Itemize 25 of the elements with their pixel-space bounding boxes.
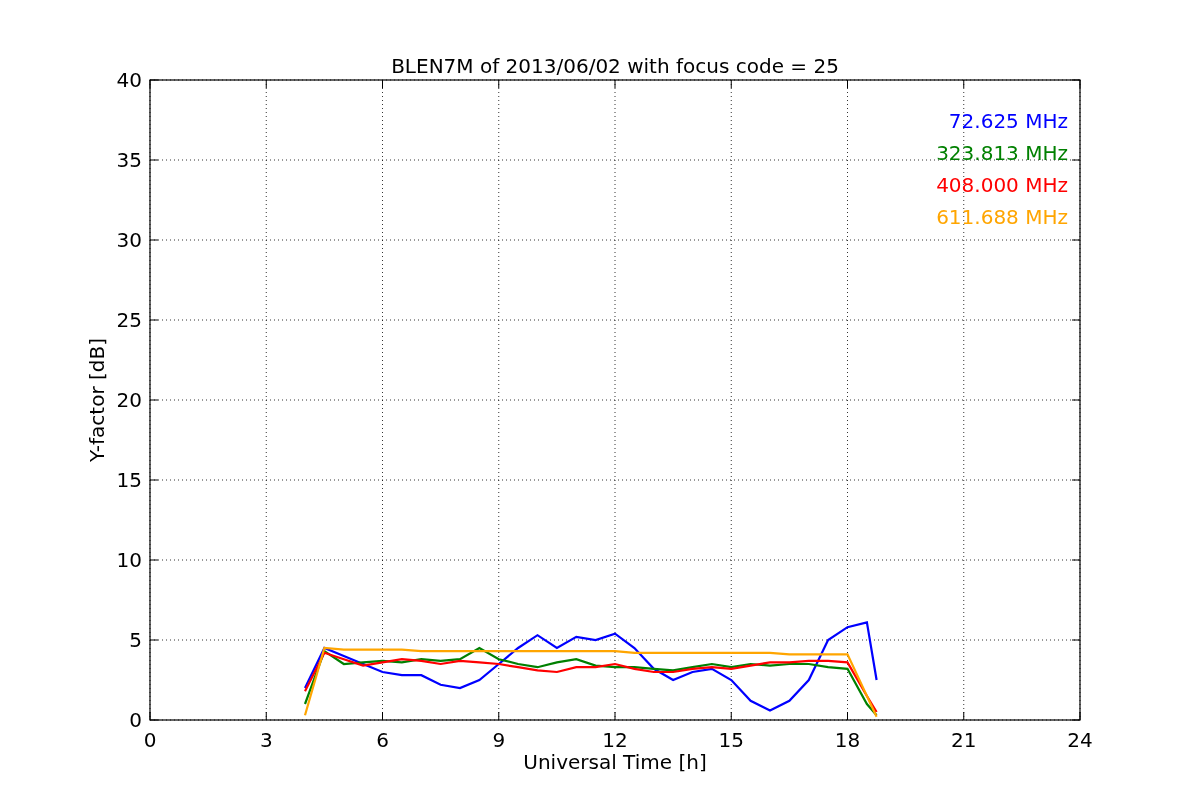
x-axis-label: Universal Time [h] xyxy=(523,750,707,774)
tick-label: 25 xyxy=(116,308,142,332)
tick-label: 20 xyxy=(116,388,142,412)
tick-label: 0 xyxy=(129,708,142,732)
tick-label: 18 xyxy=(834,728,861,752)
tick-label: 5 xyxy=(129,628,142,652)
tick-label: 10 xyxy=(116,548,142,572)
tick-label: 40 xyxy=(116,68,142,92)
y-axis-label: Y-factor [dB] xyxy=(85,338,109,462)
tick-label: 30 xyxy=(116,228,142,252)
legend-label: 323.813 MHz xyxy=(936,141,1068,165)
legend-label: 408.000 MHz xyxy=(936,173,1068,197)
tick-label: 0 xyxy=(143,728,157,752)
tick-label: 35 xyxy=(116,148,142,172)
tick-label: 15 xyxy=(718,728,744,752)
tick-label: 6 xyxy=(376,728,389,752)
tick-label: 12 xyxy=(602,728,628,752)
tick-label: 9 xyxy=(492,728,506,752)
legend-label: 611.688 MHz xyxy=(936,205,1068,229)
tick-label: 21 xyxy=(951,728,977,752)
tick-label: 15 xyxy=(116,468,142,492)
tick-label: 3 xyxy=(259,728,273,752)
tick-label: 24 xyxy=(1067,728,1093,752)
chart-title: BLEN7M of 2013/06/02 with focus code = 25 xyxy=(391,54,839,78)
legend-label: 72.625 MHz xyxy=(948,109,1068,133)
